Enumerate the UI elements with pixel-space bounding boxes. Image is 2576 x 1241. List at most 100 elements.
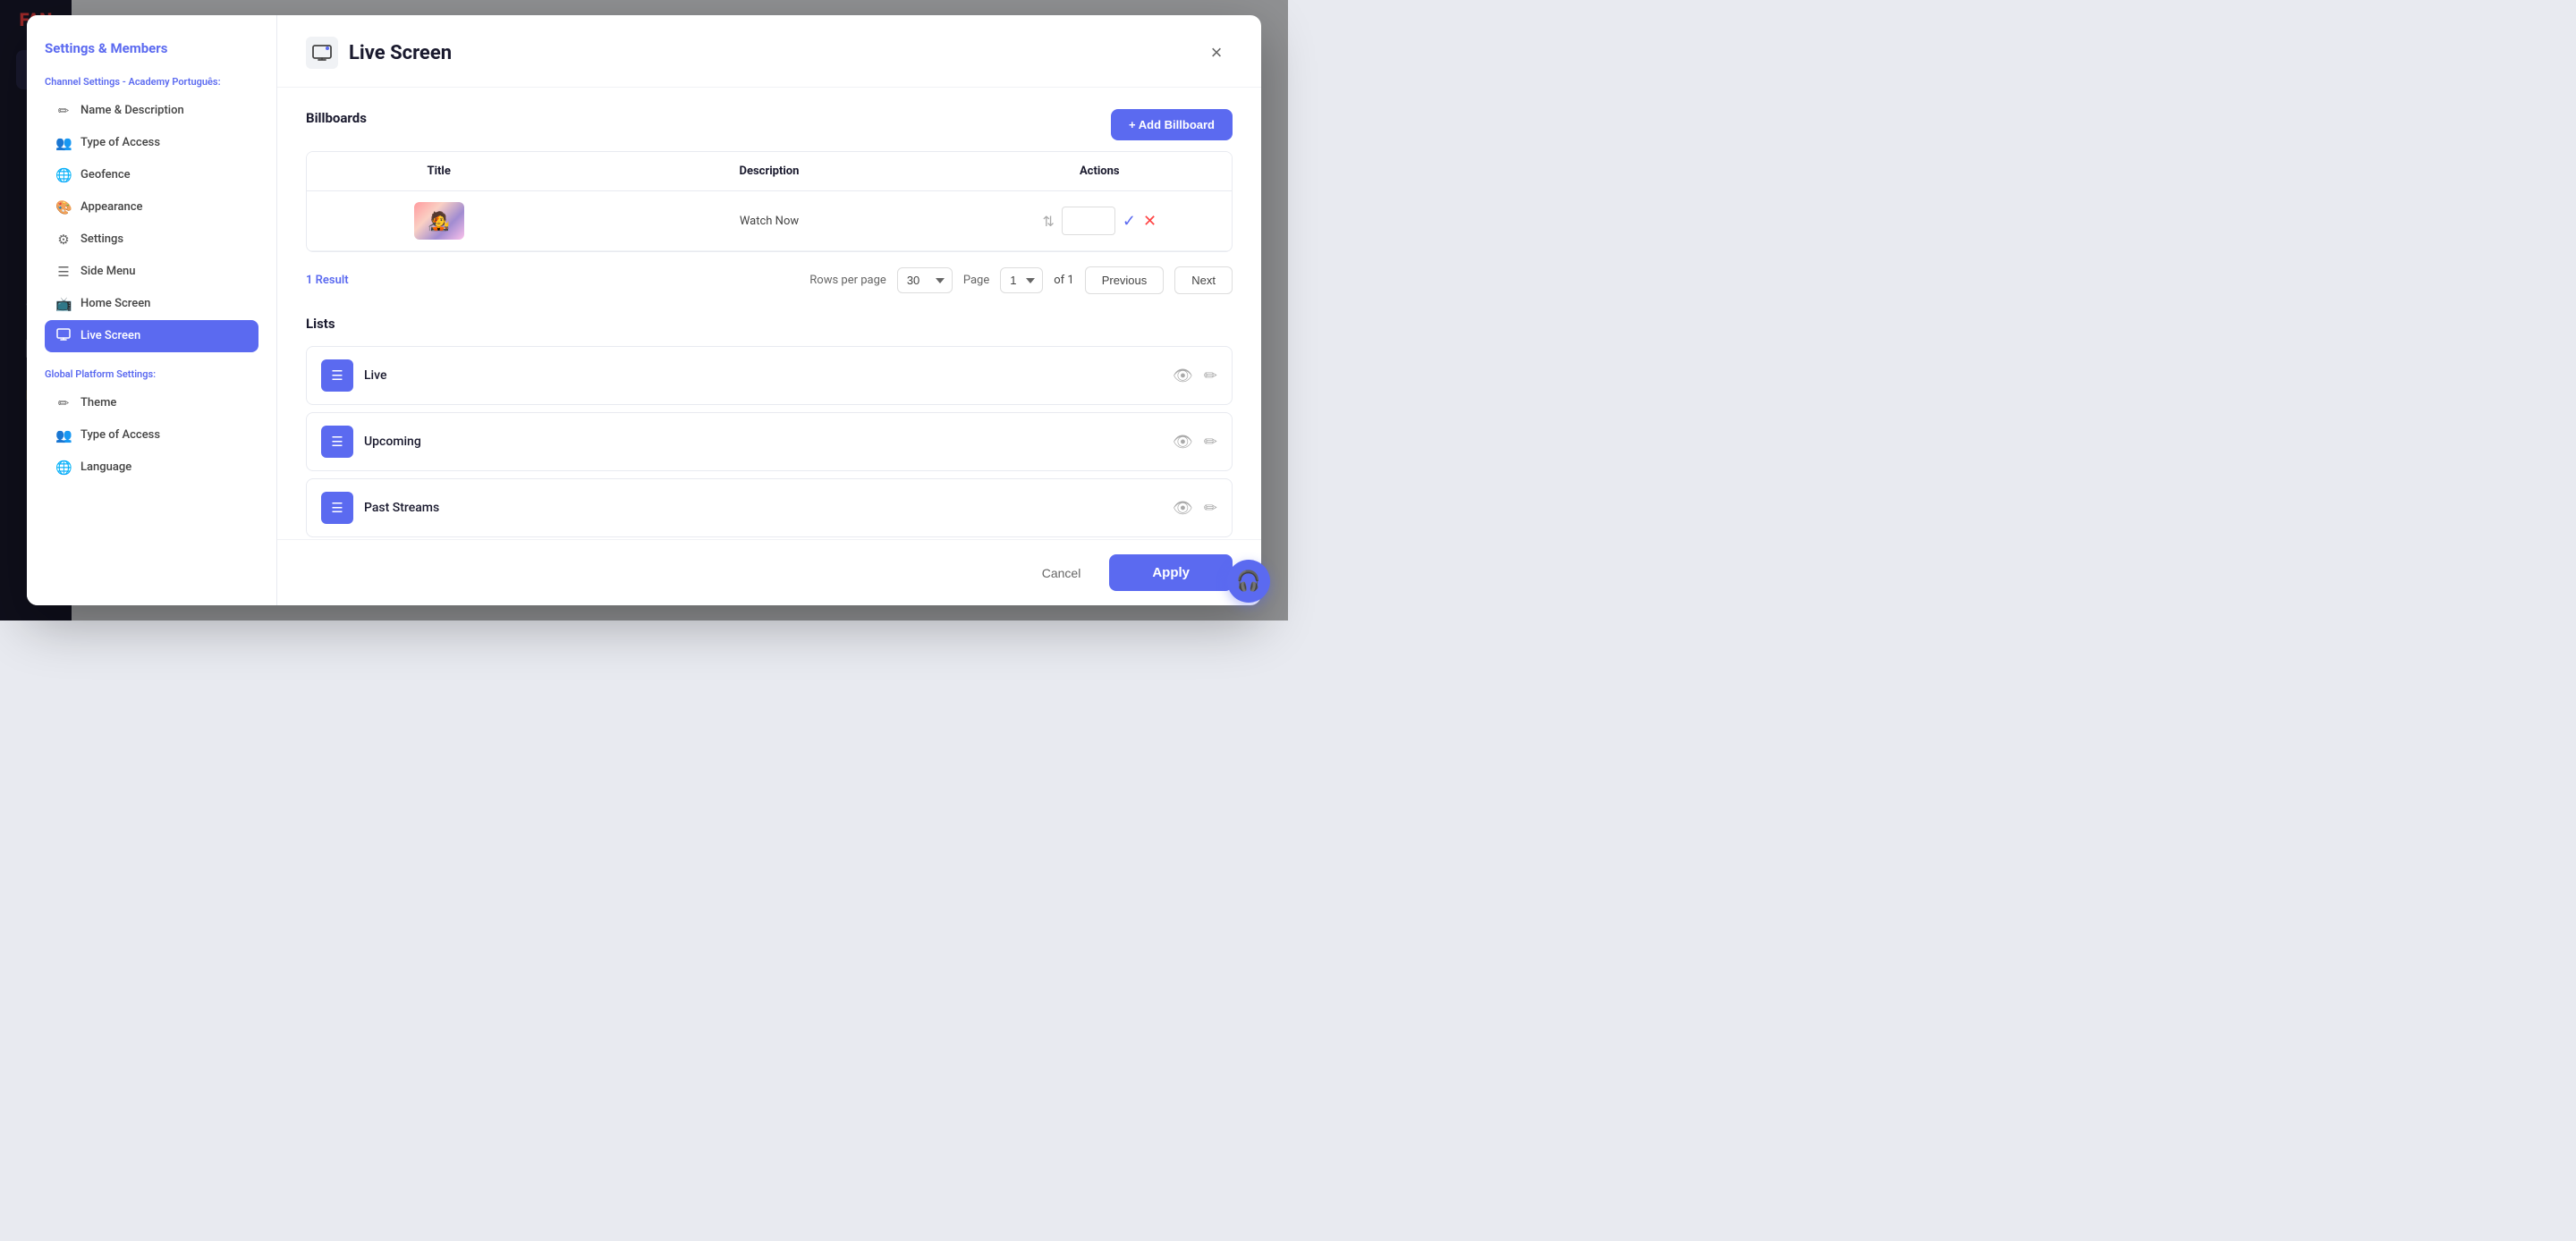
td-thumbnail: 🧑‍🎤 [307,191,571,250]
sidebar-item-live-screen[interactable]: Live Screen [45,320,258,352]
modal-footer: Cancel Apply [277,539,1261,605]
pagination: 1 Result Rows per page 30 50 100 Page 1 … [306,266,1233,294]
screen-icon [55,328,72,344]
global-users-icon: 👥 [55,427,72,443]
headset-icon: 🎧 [1236,570,1260,593]
billboards-section-title: Billboards [306,110,367,126]
list-item-actions: 👁 ✏ [1173,499,1217,518]
th-description: Description [571,152,967,190]
sidebar: Settings & Members Channel Settings - Ac… [27,15,277,605]
sort-icon[interactable]: ⇅ [1042,213,1054,230]
th-actions: Actions [968,152,1232,190]
modal-body: Billboards + Add Billboard Title Descrip… [277,88,1261,539]
appearance-icon: 🎨 [55,199,72,215]
view-icon[interactable]: 👁 [1173,367,1193,385]
app-background: FAN ⌂ ▶ ▶ 👤 💰 📣 📊 💳 ⚙ Settings & Members… [0,0,1288,620]
rows-per-page-label: Rows per page [809,274,886,287]
lists-section-title: Lists [306,316,1233,332]
page-label: Page [963,274,989,287]
sidebar-item-side-menu[interactable]: ☰ Side Menu [45,256,258,288]
list-icon: ☰ [321,359,353,392]
list-item-actions: 👁 ✏ [1173,433,1217,452]
edit-icon[interactable]: ✏ [1204,499,1217,518]
list-item-actions: 👁 ✏ [1173,367,1217,385]
sidebar-item-label: Type of Access [80,428,160,442]
language-globe-icon: 🌐 [55,460,72,476]
sidebar-item-language[interactable]: 🌐 Language [45,452,258,484]
sidebar-item-settings[interactable]: ⚙ Settings [45,224,258,256]
sidebar-item-label: Home Screen [80,297,150,310]
sidebar-item-label: Settings [80,232,123,246]
next-button[interactable]: Next [1174,266,1233,294]
users-icon: 👥 [55,135,72,151]
sidebar-item-type-of-access[interactable]: 👥 Type of Access [45,127,258,159]
global-section-label: Global Platform Settings: [45,368,258,380]
billboard-thumbnail: 🧑‍🎤 [414,202,464,240]
apply-button[interactable]: Apply [1109,554,1233,591]
thumb-inner: 🧑‍🎤 [414,202,464,240]
main-content: Live Screen × Billboards + Add Billboard… [277,15,1261,605]
sidebar-item-type-of-access-global[interactable]: 👥 Type of Access [45,419,258,452]
list-item-left: ☰ Past Streams [321,492,439,524]
td-description: Watch Now [571,204,967,239]
sidebar-item-label: Type of Access [80,136,160,149]
channel-section-label: Channel Settings - Academy Português: [45,76,258,88]
rows-per-page-select[interactable]: 30 50 100 [897,267,953,293]
list-item-live: ☰ Live 👁 ✏ [306,346,1233,405]
sidebar-item-label: Theme [80,396,116,409]
table-row: 🧑‍🎤 Watch Now ⇅ ✓ ✕ [307,191,1232,251]
of-label: of 1 [1054,274,1073,287]
lists-section: Lists ☰ Live 👁 ✏ [306,316,1233,537]
sidebar-item-appearance[interactable]: 🎨 Appearance [45,191,258,224]
tv-icon: 📺 [55,296,72,312]
sidebar-item-label: Name & Description [80,104,184,117]
list-item-left: ☰ Live [321,359,386,392]
modal-header: Live Screen × [277,15,1261,88]
billboards-section-header: Billboards + Add Billboard [306,109,1233,140]
confirm-action-icon[interactable]: ✓ [1123,212,1136,231]
sidebar-item-theme[interactable]: ✏ Theme [45,387,258,419]
order-input[interactable] [1062,207,1115,235]
modal: Settings & Members Channel Settings - Ac… [27,15,1261,605]
sidebar-item-label: Geofence [80,168,131,182]
edit-icon[interactable]: ✏ [1204,433,1217,452]
table-header: Title Description Actions [307,152,1232,191]
pencil-icon: ✏ [55,103,72,119]
sidebar-item-home-screen[interactable]: 📺 Home Screen [45,288,258,320]
result-count: 1 Result [306,274,799,287]
view-icon[interactable]: 👁 [1173,433,1193,452]
modal-overlay: Settings & Members Channel Settings - Ac… [0,0,1288,620]
menu-icon: ☰ [55,264,72,280]
cancel-button[interactable]: Cancel [1028,557,1096,589]
list-icon: ☰ [321,426,353,458]
cancel-action-icon[interactable]: ✕ [1143,212,1157,231]
list-name: Upcoming [364,435,421,449]
sidebar-item-geofence[interactable]: 🌐 Geofence [45,159,258,191]
sidebar-item-label: Live Screen [80,329,140,342]
modal-title-wrap: Live Screen [306,37,452,69]
add-billboard-button[interactable]: + Add Billboard [1111,109,1233,140]
sidebar-item-name-description[interactable]: ✏ Name & Description [45,95,258,127]
billboards-table: Title Description Actions 🧑‍🎤 Watch Now [306,151,1233,252]
page-select[interactable]: 1 [1000,267,1043,293]
globe-icon: 🌐 [55,167,72,183]
modal-title: Live Screen [349,42,452,64]
list-item-past-streams: ☰ Past Streams 👁 ✏ [306,478,1233,537]
sidebar-item-label: Side Menu [80,265,136,278]
sidebar-item-label: Appearance [80,200,142,214]
sidebar-title: Settings & Members [45,40,258,58]
list-icon: ☰ [321,492,353,524]
previous-button[interactable]: Previous [1085,266,1165,294]
list-name: Live [364,368,386,383]
list-item-left: ☰ Upcoming [321,426,421,458]
list-item-upcoming: ☰ Upcoming 👁 ✏ [306,412,1233,471]
theme-pencil-icon: ✏ [55,395,72,411]
view-icon[interactable]: 👁 [1173,499,1193,518]
support-bubble[interactable]: 🎧 [1227,560,1270,603]
modal-title-icon [306,37,338,69]
edit-icon[interactable]: ✏ [1204,367,1217,385]
td-actions: ⇅ ✓ ✕ [968,196,1232,246]
sidebar-item-label: Language [80,460,131,474]
close-button[interactable]: × [1200,37,1233,69]
th-title: Title [307,152,571,190]
